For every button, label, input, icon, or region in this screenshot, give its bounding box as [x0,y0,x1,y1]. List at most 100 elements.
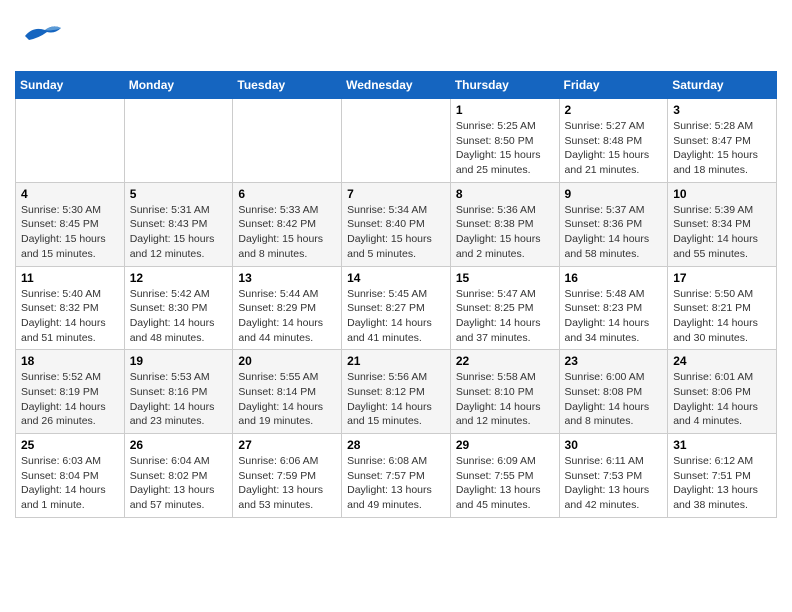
day-number: 21 [347,354,445,368]
calendar-week-2: 4 Sunrise: 5:30 AMSunset: 8:45 PMDaylight… [16,182,777,266]
day-number: 14 [347,271,445,285]
day-header-tuesday: Tuesday [233,72,342,99]
day-info: Sunrise: 5:36 AMSunset: 8:38 PMDaylight:… [456,203,554,262]
day-info: Sunrise: 6:12 AMSunset: 7:51 PMDaylight:… [673,454,771,513]
day-number: 20 [238,354,336,368]
day-info: Sunrise: 5:30 AMSunset: 8:45 PMDaylight:… [21,203,119,262]
calendar-cell: 27 Sunrise: 6:06 AMSunset: 7:59 PMDayligh… [233,434,342,518]
calendar-table: SundayMondayTuesdayWednesdayThursdayFrid… [15,71,777,518]
day-number: 9 [565,187,663,201]
day-number: 12 [130,271,228,285]
calendar-cell: 1Sunrise: 5:25 AMSunset: 8:50 PMDaylight… [450,99,559,183]
day-number: 15 [456,271,554,285]
calendar-cell: 23 Sunrise: 6:00 AMSunset: 8:08 PMDayligh… [559,350,668,434]
day-number: 16 [565,271,663,285]
calendar-cell: 3Sunrise: 5:28 AMSunset: 8:47 PMDaylight… [668,99,777,183]
calendar-cell: 2 Sunrise: 5:27 AMSunset: 8:48 PMDaylight… [559,99,668,183]
day-info: Sunrise: 5:34 AMSunset: 8:40 PMDaylight:… [347,203,445,262]
day-header-sunday: Sunday [16,72,125,99]
day-info: Sunrise: 5:53 AMSunset: 8:16 PMDaylight:… [130,370,228,429]
day-number: 25 [21,438,119,452]
calendar-cell: 12 Sunrise: 5:42 AMSunset: 8:30 PMDayligh… [124,266,233,350]
day-number: 23 [565,354,663,368]
calendar-cell: 19 Sunrise: 5:53 AMSunset: 8:16 PMDayligh… [124,350,233,434]
calendar-cell: 11 Sunrise: 5:40 AMSunset: 8:32 PMDayligh… [16,266,125,350]
day-number: 31 [673,438,771,452]
day-info: Sunrise: 6:06 AMSunset: 7:59 PMDaylight:… [238,454,336,513]
day-info: Sunrise: 6:11 AMSunset: 7:53 PMDaylight:… [565,454,663,513]
day-info: Sunrise: 5:44 AMSunset: 8:29 PMDaylight:… [238,287,336,346]
day-number: 30 [565,438,663,452]
calendar-header-row: SundayMondayTuesdayWednesdayThursdayFrid… [16,72,777,99]
calendar-cell: 16 Sunrise: 5:48 AMSunset: 8:23 PMDayligh… [559,266,668,350]
day-info: Sunrise: 6:01 AMSunset: 8:06 PMDaylight:… [673,370,771,429]
calendar-week-5: 25 Sunrise: 6:03 AMSunset: 8:04 PMDayligh… [16,434,777,518]
calendar-cell: 7 Sunrise: 5:34 AMSunset: 8:40 PMDaylight… [342,182,451,266]
day-number: 3 [673,103,771,117]
day-number: 29 [456,438,554,452]
calendar-cell: 14 Sunrise: 5:45 AMSunset: 8:27 PMDayligh… [342,266,451,350]
day-number: 10 [673,187,771,201]
day-number: 2 [565,103,663,117]
day-info: Sunrise: 5:47 AMSunset: 8:25 PMDaylight:… [456,287,554,346]
calendar-cell: 21 Sunrise: 5:56 AMSunset: 8:12 PMDayligh… [342,350,451,434]
day-info: Sunrise: 5:37 AMSunset: 8:36 PMDaylight:… [565,203,663,262]
calendar-cell: 17 Sunrise: 5:50 AMSunset: 8:21 PMDayligh… [668,266,777,350]
day-number: 19 [130,354,228,368]
day-info: Sunrise: 5:27 AMSunset: 8:48 PMDaylight:… [565,119,663,178]
calendar-cell: 22Sunrise: 5:58 AMSunset: 8:10 PMDayligh… [450,350,559,434]
day-info: Sunrise: 6:00 AMSunset: 8:08 PMDaylight:… [565,370,663,429]
calendar-cell [124,99,233,183]
calendar-cell: 29 Sunrise: 6:09 AMSunset: 7:55 PMDayligh… [450,434,559,518]
calendar-cell: 13Sunrise: 5:44 AMSunset: 8:29 PMDayligh… [233,266,342,350]
calendar-cell: 25 Sunrise: 6:03 AMSunset: 8:04 PMDayligh… [16,434,125,518]
page-header [15,10,777,63]
logo-icon [15,10,63,58]
calendar-cell: 5Sunrise: 5:31 AMSunset: 8:43 PMDaylight… [124,182,233,266]
day-info: Sunrise: 5:42 AMSunset: 8:30 PMDaylight:… [130,287,228,346]
calendar-cell [233,99,342,183]
calendar-cell: 10 Sunrise: 5:39 AMSunset: 8:34 PMDayligh… [668,182,777,266]
calendar-week-1: 1Sunrise: 5:25 AMSunset: 8:50 PMDaylight… [16,99,777,183]
day-info: Sunrise: 5:33 AMSunset: 8:42 PMDaylight:… [238,203,336,262]
calendar-cell [342,99,451,183]
calendar-body: 1Sunrise: 5:25 AMSunset: 8:50 PMDaylight… [16,99,777,518]
day-number: 24 [673,354,771,368]
calendar-cell: 18Sunrise: 5:52 AMSunset: 8:19 PMDayligh… [16,350,125,434]
day-number: 8 [456,187,554,201]
day-info: Sunrise: 5:45 AMSunset: 8:27 PMDaylight:… [347,287,445,346]
day-header-thursday: Thursday [450,72,559,99]
calendar-cell: 31 Sunrise: 6:12 AMSunset: 7:51 PMDayligh… [668,434,777,518]
day-info: Sunrise: 5:40 AMSunset: 8:32 PMDaylight:… [21,287,119,346]
day-info: Sunrise: 5:50 AMSunset: 8:21 PMDaylight:… [673,287,771,346]
day-number: 7 [347,187,445,201]
calendar-week-3: 11 Sunrise: 5:40 AMSunset: 8:32 PMDayligh… [16,266,777,350]
day-info: Sunrise: 6:03 AMSunset: 8:04 PMDaylight:… [21,454,119,513]
day-info: Sunrise: 5:39 AMSunset: 8:34 PMDaylight:… [673,203,771,262]
calendar-cell: 20 Sunrise: 5:55 AMSunset: 8:14 PMDayligh… [233,350,342,434]
calendar-cell: 26Sunrise: 6:04 AMSunset: 8:02 PMDayligh… [124,434,233,518]
day-info: Sunrise: 5:56 AMSunset: 8:12 PMDaylight:… [347,370,445,429]
day-info: Sunrise: 6:09 AMSunset: 7:55 PMDaylight:… [456,454,554,513]
day-info: Sunrise: 6:04 AMSunset: 8:02 PMDaylight:… [130,454,228,513]
day-number: 5 [130,187,228,201]
day-info: Sunrise: 5:48 AMSunset: 8:23 PMDaylight:… [565,287,663,346]
day-number: 28 [347,438,445,452]
calendar-cell: 30 Sunrise: 6:11 AMSunset: 7:53 PMDayligh… [559,434,668,518]
day-number: 17 [673,271,771,285]
day-info: Sunrise: 6:08 AMSunset: 7:57 PMDaylight:… [347,454,445,513]
day-header-monday: Monday [124,72,233,99]
day-info: Sunrise: 5:55 AMSunset: 8:14 PMDaylight:… [238,370,336,429]
calendar-cell: 9 Sunrise: 5:37 AMSunset: 8:36 PMDaylight… [559,182,668,266]
calendar-cell [16,99,125,183]
day-number: 27 [238,438,336,452]
day-info: Sunrise: 5:58 AMSunset: 8:10 PMDaylight:… [456,370,554,429]
day-number: 11 [21,271,119,285]
day-header-saturday: Saturday [668,72,777,99]
day-number: 4 [21,187,119,201]
calendar-cell: 15 Sunrise: 5:47 AMSunset: 8:25 PMDayligh… [450,266,559,350]
day-info: Sunrise: 5:25 AMSunset: 8:50 PMDaylight:… [456,119,554,178]
calendar-cell: 8 Sunrise: 5:36 AMSunset: 8:38 PMDaylight… [450,182,559,266]
calendar-cell: 4 Sunrise: 5:30 AMSunset: 8:45 PMDaylight… [16,182,125,266]
calendar-cell: 28 Sunrise: 6:08 AMSunset: 7:57 PMDayligh… [342,434,451,518]
